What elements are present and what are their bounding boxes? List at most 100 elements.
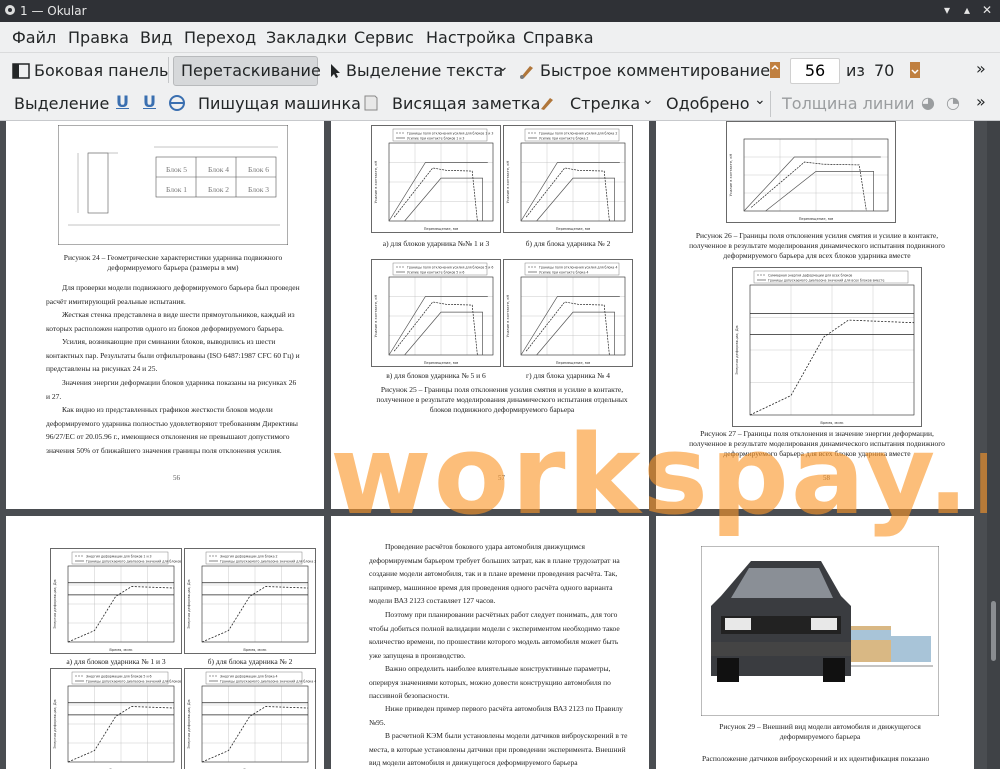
force-chart-blocks-1-3: Границы поля отклонения усилия для блоко… [371,125,501,233]
paragraph: Значения энергии деформации блоков ударн… [46,378,297,401]
menu-tools[interactable]: Сервис [354,28,414,47]
energy-chart-block-2: Энергия деформации для блока 2Границы до… [184,548,316,654]
opacity-icon[interactable]: ◔ [946,93,960,112]
squiggly-icon[interactable]: U [143,92,156,111]
figure-caption: Рисунок 27 – Границы поля отклонения и з… [689,429,945,458]
legend-entry: Границы поля отклонения усилия для блока… [539,132,617,136]
main-toolbar: Боковая панель Перетаскивание Выделение … [0,53,1000,87]
toolbar-separator [770,91,771,117]
paragraph: Проведение расчётов бокового удара автом… [369,542,620,605]
page-56: Блок 5 Блок 4 Блок 6 Блок 1 Блок 2 Блок … [6,121,324,509]
color-icon[interactable]: ◕ [921,93,935,112]
energy-chart-blocks-1-3: Энергия деформации для блоков 1 и 3Грани… [50,548,182,654]
energy-chart-all-blocks: Суммарная энергия деформации для всех бл… [732,267,922,427]
menu-edit[interactable]: Правка [68,28,129,47]
paragraph: В расчетной КЭМ были установлены модели … [369,731,628,767]
close-icon[interactable]: ✕ [980,3,994,17]
chart-frame [371,125,501,233]
document-viewport[interactable]: Блок 5 Блок 4 Блок 6 Блок 1 Блок 2 Блок … [0,121,1000,769]
highlight-button[interactable]: Выделение [14,94,109,113]
paragraph: Расположение датчиков виброускорений и и… [702,754,930,763]
legend-entry: Энергия деформации для блоков 5 и 6 [86,675,152,679]
overflow-icon[interactable]: » [976,59,986,78]
text-select-button[interactable]: Выделение текста [346,61,503,80]
maximize-icon[interactable]: ▴ [960,3,974,17]
page-number: 56 [173,474,180,482]
block-label: Блок 2 [208,185,229,194]
annotation-toolbar: Выделение U U Пишущая машинка Висящая за… [0,87,1000,121]
page-total: 70 [874,61,895,80]
scrollbar-thumb[interactable] [991,601,996,661]
page-60: Проведение расчётов бокового удара автом… [331,516,649,769]
car-model-image [701,546,939,716]
next-page-icon[interactable] [906,61,924,79]
comment-brush-icon [520,66,533,79]
page-58: Перемещение, мм Усилие в контакте, кН Рис… [656,121,974,509]
note-icon [364,95,378,111]
chart-frame [503,125,633,233]
x-axis-label: Перемещение, мм [799,217,834,221]
quick-comment-button[interactable]: Быстрое комментирование [540,61,770,80]
x-axis-label: Перемещение, мм [424,227,459,231]
menu-settings[interactable]: Настройка [426,28,516,47]
page-number-input[interactable]: 56 [790,58,840,84]
energy-chart-blocks-5-6: Энергия деформации для блоков 5 и 6Грани… [50,668,182,769]
subcaption: г) для блока ударника № 4 [526,371,610,380]
page-of-label: из [846,61,865,80]
window-title: 1 — Okular [20,4,87,18]
note-button[interactable]: Висящая заметка [392,94,540,113]
arrow-brush-icon [541,98,553,110]
subcaption: а) для блоков ударника №№ 1 и 3 [382,239,490,248]
chevron-down-icon[interactable]: ⌄ [642,92,654,108]
chevron-down-icon[interactable]: ⌄ [497,59,509,75]
menu-help[interactable]: Справка [523,28,594,47]
menu-bookmarks[interactable]: Закладки [266,28,347,47]
legend-entry: Энергия деформации для блоков 1 и 3 [86,555,152,559]
chart-frame [50,548,182,654]
legend-entry: Усилие при контакте блоков 1 и 3 [407,137,464,141]
stamp-button[interactable]: Одобрено [666,94,750,113]
block-label: Блок 1 [166,185,187,194]
sidebar-button[interactable]: Боковая панель [34,61,168,80]
figure-caption: Рисунок 29 – Внешний вид модели автомоби… [719,722,921,741]
strikeout-icon[interactable] [168,94,186,112]
arrow-button[interactable]: Стрелка [570,94,640,113]
force-chart-blocks-5-6: Границы поля отклонения усилия для блоко… [371,259,501,367]
subcaption: а) для блоков ударника № 1 и 3 [66,657,166,666]
chart-frame [371,259,501,367]
y-axis-label: Энергия деформации, Дж [53,578,57,628]
menu-bar: Файл Правка Вид Переход Закладки Сервис … [0,22,1000,53]
minimize-icon[interactable]: ▾ [940,3,954,17]
okular-app-icon [5,5,15,15]
legend-entry: Энергия деформации для блока 2 [220,555,278,559]
x-axis-label: Перемещение, мм [556,227,591,231]
menu-file[interactable]: Файл [12,28,56,47]
x-axis-label: Перемещение, мм [424,361,459,365]
chevron-down-icon[interactable]: ⌄ [754,92,766,108]
figure-caption: Рисунок 26 – Границы поля отклонения уси… [689,231,945,260]
previous-page-icon[interactable] [766,61,784,79]
chart-frame [184,548,316,654]
overflow-icon[interactable]: » [976,92,986,111]
typewriter-button[interactable]: Пишущая машинка [198,94,361,113]
legend-entry: Границы допускаемого диапазона значений … [86,680,182,684]
x-axis-label: Время, мсек [820,421,844,425]
sidebar-icon [12,63,30,79]
energy-chart-block-4: Энергия деформации для блока 4Границы до… [184,668,316,769]
underline-icon[interactable]: U [116,92,129,111]
legend-entry: Усилие при контакте блока 2 [539,137,588,141]
page-61: Рисунок 29 – Внешний вид модели автомоби… [656,516,974,769]
menu-go[interactable]: Переход [184,28,256,47]
legend-entry: Границы допускаемого диапазона значений … [220,680,316,684]
paragraph: Как видно из представленных графиков жес… [46,405,298,455]
legend-entry: Усилие при контакте блоков 5 и 6 [407,271,464,275]
vertical-scrollbar[interactable] [987,121,1000,769]
chart-frame [503,259,633,367]
line-width-button[interactable]: Толщина линии [782,94,915,113]
block-label: Блок 3 [248,185,269,194]
x-axis-label: Перемещение, мм [556,361,591,365]
menu-view[interactable]: Вид [140,28,172,47]
figure-caption: Рисунок 25 – Границы поля отклонения уси… [376,385,628,414]
block-label: Блок 5 [166,165,187,174]
legend-entry: Границы поля отклонения усилия для блоко… [407,266,493,270]
